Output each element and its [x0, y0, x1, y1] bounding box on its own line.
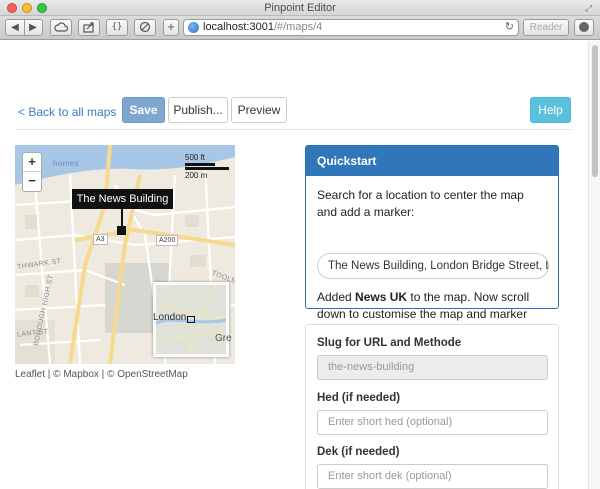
- zoom-control: + −: [22, 152, 42, 192]
- scrollbar-thumb[interactable]: [592, 45, 598, 177]
- scale-feet-bar: [185, 163, 215, 166]
- minimap-label-london: London: [153, 312, 187, 323]
- marker-label[interactable]: The News Building: [72, 189, 173, 209]
- url-host: localhost:3001: [203, 21, 274, 33]
- scale-feet-label: 500 ft: [185, 153, 206, 162]
- dek-label: Dek (if needed): [317, 446, 400, 458]
- added-name: News UK: [355, 290, 408, 304]
- ghostery-button[interactable]: [134, 19, 156, 36]
- page-content: < Back to all maps Save Publish... Previ…: [0, 41, 588, 489]
- editor-nav: < Back to all maps Save Publish... Previ…: [0, 97, 588, 129]
- downloads-button[interactable]: [574, 19, 594, 36]
- minimap-label-greenwich: Gre: [215, 333, 232, 344]
- publish-button[interactable]: Publish...: [168, 97, 228, 123]
- hed-field[interactable]: Enter short hed (optional): [317, 410, 548, 435]
- quickstart-body: Search for a location to center the map …: [306, 176, 558, 338]
- globe-icon: [188, 22, 199, 33]
- slug-field[interactable]: the-news-building: [317, 355, 548, 380]
- zoom-out-button[interactable]: −: [23, 172, 41, 191]
- back-icon[interactable]: ◀: [6, 20, 24, 35]
- location-search-input[interactable]: The News Building, London Bridge Street,…: [317, 253, 549, 279]
- url-text: localhost:3001/#/maps/4: [203, 20, 322, 35]
- scale-meter-bar: [185, 167, 229, 170]
- window-titlebar: Pinpoint Editor ⤢: [0, 0, 600, 16]
- preview-button[interactable]: Preview: [231, 97, 287, 123]
- download-icon: [579, 22, 589, 32]
- address-bar[interactable]: localhost:3001/#/maps/4 ↻: [183, 19, 519, 36]
- reload-icon[interactable]: ↻: [505, 20, 514, 35]
- cloud-icon: [54, 22, 69, 32]
- minimap-viewport: [187, 316, 195, 323]
- page-scrollbar[interactable]: [588, 41, 600, 489]
- quickstart-instructions: Search for a location to center the map …: [317, 188, 524, 219]
- map-label-thames: hames: [53, 159, 80, 168]
- hed-label: Hed (if needed): [317, 392, 401, 404]
- share-button[interactable]: [78, 19, 100, 36]
- share-icon: [83, 22, 94, 33]
- browser-toolbar: ◀ ▶ {} + localhost:3001/#/maps/4 ↻ Reader: [0, 16, 600, 40]
- map-attribution: Leaflet | © Mapbox | © OpenStreetMap: [15, 369, 188, 380]
- dek-field[interactable]: Enter short dek (optional): [317, 464, 548, 489]
- map-scale: 500 ft 200 m: [185, 153, 233, 180]
- map-details-form: Slug for URL and Methode the-news-buildi…: [305, 324, 559, 489]
- reader-button[interactable]: Reader: [523, 19, 569, 36]
- fullscreen-icon[interactable]: ⤢: [585, 3, 595, 13]
- marker-stick: [121, 209, 123, 226]
- nav-divider: [16, 129, 572, 130]
- forward-icon[interactable]: ▶: [24, 20, 42, 35]
- back-forward-buttons: ◀ ▶: [5, 19, 43, 36]
- zoom-in-button[interactable]: +: [23, 153, 41, 172]
- ghost-icon: [139, 21, 151, 33]
- window-title: Pinpoint Editor: [264, 2, 336, 14]
- road-label-a200: A200: [156, 235, 179, 246]
- add-bookmark-button[interactable]: +: [163, 19, 179, 36]
- quickstart-title: Quickstart: [306, 146, 558, 176]
- road-label-a3: A3: [93, 234, 108, 245]
- save-button[interactable]: Save: [122, 97, 165, 123]
- back-forward-divider: [24, 20, 25, 35]
- slug-label: Slug for URL and Methode: [317, 337, 462, 349]
- web-inspector-button[interactable]: {}: [106, 19, 128, 36]
- map-marker[interactable]: [117, 226, 126, 235]
- scale-meter-label: 200 m: [185, 171, 208, 180]
- help-button[interactable]: Help: [530, 97, 571, 123]
- url-path: /#/maps/4: [273, 21, 323, 33]
- back-to-maps-link[interactable]: < Back to all maps: [18, 105, 116, 119]
- quickstart-panel: Quickstart Search for a location to cent…: [305, 145, 559, 338]
- added-prefix: Added: [317, 290, 356, 304]
- icloud-tabs-button[interactable]: [50, 19, 72, 36]
